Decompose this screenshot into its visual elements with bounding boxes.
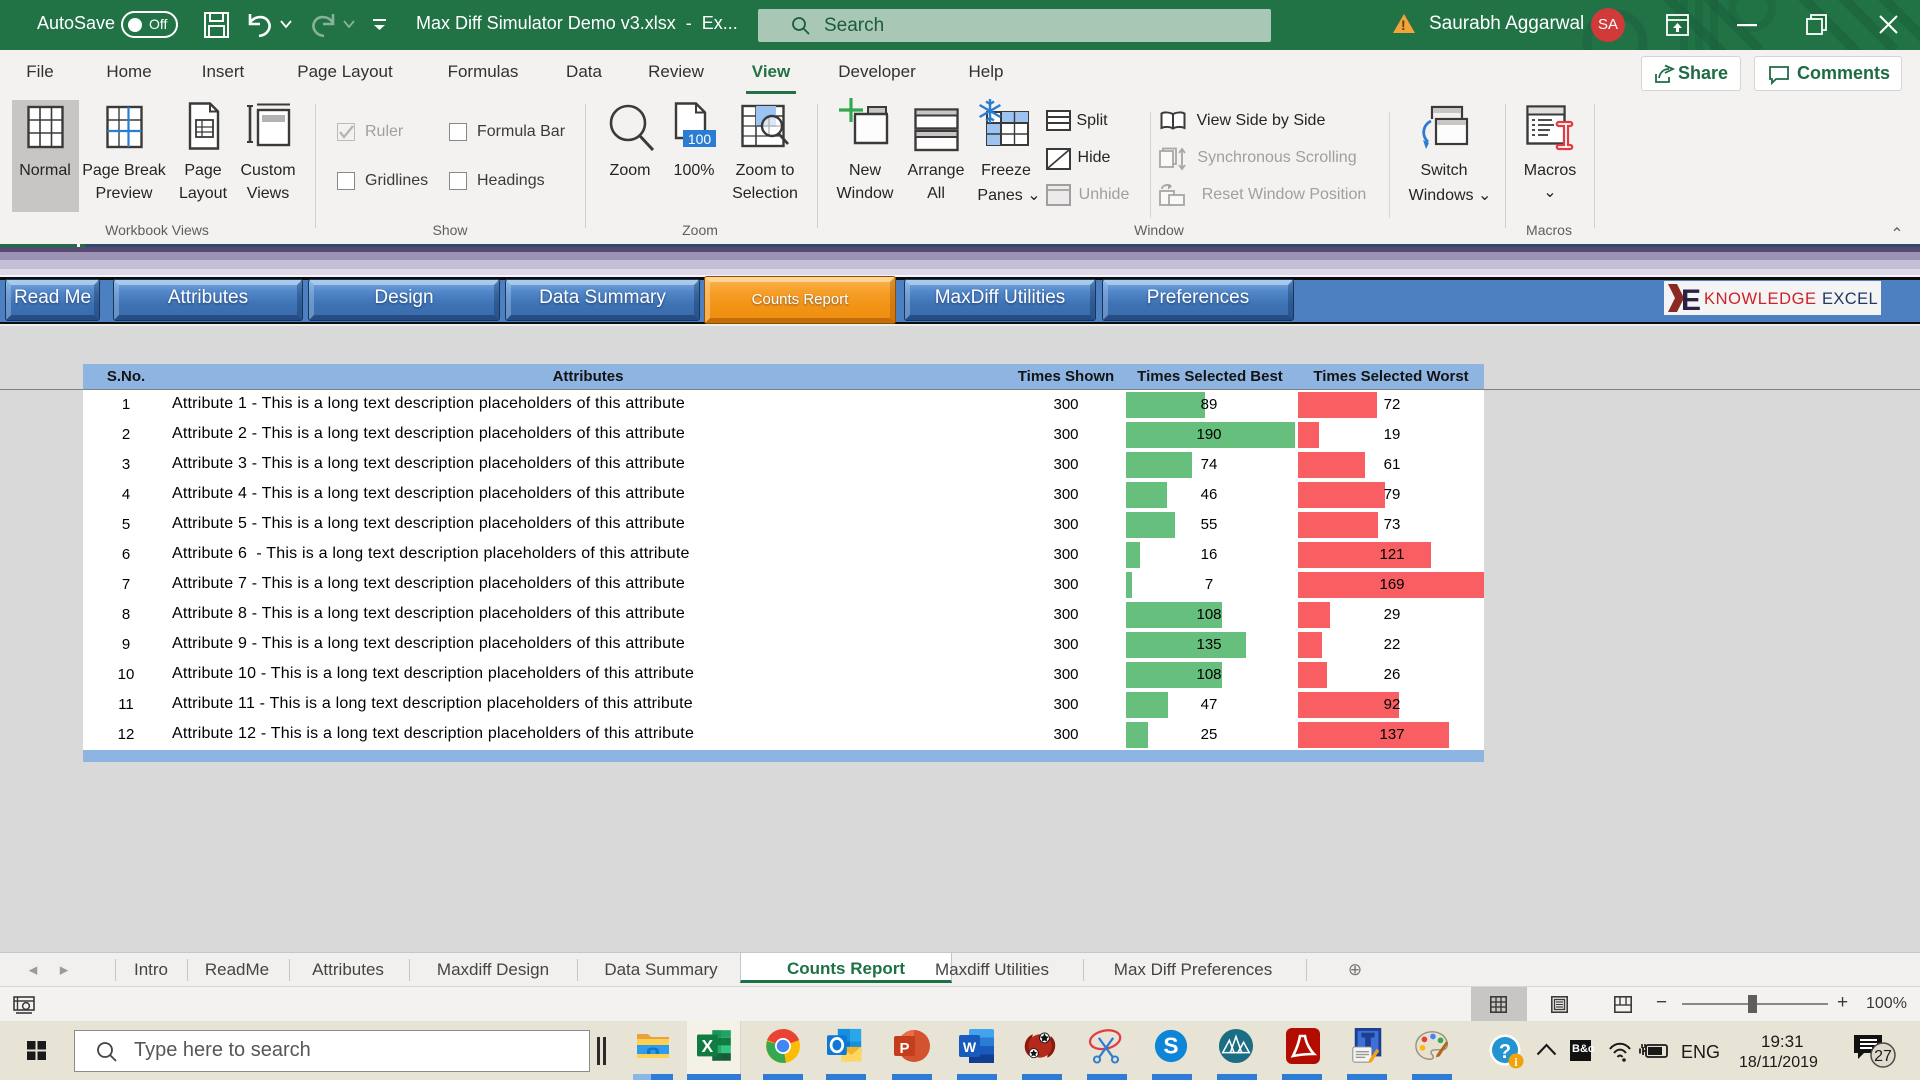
svg-text:27: 27 bbox=[1874, 1048, 1892, 1065]
svg-text:KNOWLEDGE: KNOWLEDGE bbox=[1704, 290, 1817, 308]
svg-text:EXCEL: EXCEL bbox=[1822, 290, 1878, 308]
svg-text:P: P bbox=[899, 1040, 909, 1057]
svg-text:X: X bbox=[702, 1036, 714, 1056]
svg-text:100: 100 bbox=[688, 131, 712, 147]
svg-text:E: E bbox=[1681, 284, 1701, 315]
svg-text:W: W bbox=[963, 1039, 977, 1055]
svg-text:S: S bbox=[1163, 1033, 1178, 1059]
